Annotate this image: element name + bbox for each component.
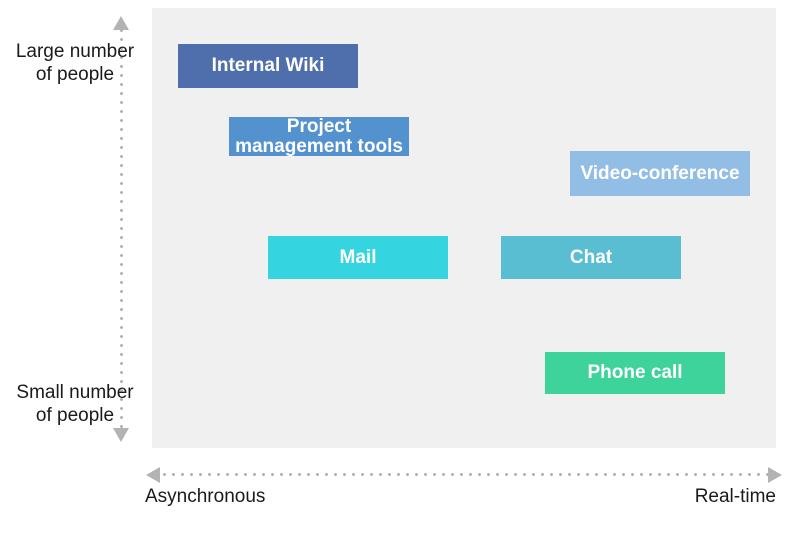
node-box-internal-wiki[interactable]: Internal Wiki: [178, 44, 358, 88]
node-box-label: Project management tools: [235, 115, 403, 157]
horizontal-axis-dotted-line: [160, 473, 768, 476]
node-box-chat[interactable]: Chat: [501, 236, 681, 279]
vertical-axis-dotted-line: [120, 26, 123, 430]
node-box-video-conference[interactable]: Video-conference: [570, 151, 750, 196]
node-box-mail[interactable]: Mail: [268, 236, 448, 279]
node-box-phone-call[interactable]: Phone call: [545, 352, 725, 394]
x-axis-right-label: Real-time: [694, 486, 776, 507]
node-box-label: Chat: [569, 246, 613, 268]
y-axis-bottom-label: Small number of people: [16, 382, 134, 426]
node-box-label: Phone call: [587, 362, 683, 383]
diagram-canvas: Large number of people Small number of p…: [0, 0, 804, 533]
node-box-label: Mail: [339, 246, 377, 268]
horizontal-axis: [146, 466, 782, 484]
arrow-right-icon: [768, 467, 782, 483]
node-box-project-management-tools[interactable]: Project management tools: [229, 115, 409, 157]
arrow-down-icon: [113, 428, 129, 442]
node-box-label: Internal Wiki: [211, 55, 325, 76]
arrow-left-icon: [146, 467, 160, 483]
y-axis-top-label: Large number of people: [15, 41, 135, 85]
node-box-label: Video-conference: [580, 162, 740, 184]
